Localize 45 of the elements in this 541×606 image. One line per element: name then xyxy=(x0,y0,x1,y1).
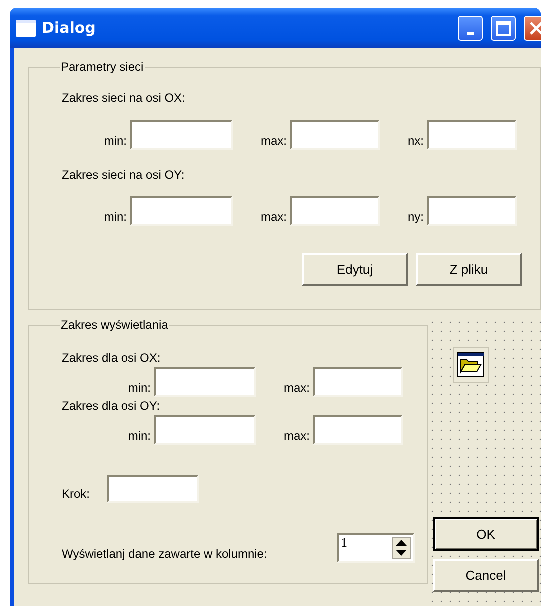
field-label: ny: xyxy=(406,210,424,226)
window-title: Dialog xyxy=(42,19,97,37)
field-label: Krok: xyxy=(62,487,92,503)
spinner-field[interactable]: 1 xyxy=(337,533,415,563)
field-label: min: xyxy=(127,429,151,445)
folder-icon xyxy=(457,352,485,378)
close-icon xyxy=(529,20,541,36)
input-field[interactable] xyxy=(427,196,517,226)
input-field[interactable] xyxy=(154,415,256,445)
input-field[interactable] xyxy=(154,367,256,397)
maximize-icon xyxy=(496,20,511,36)
action-button[interactable]: Z pliku xyxy=(416,253,522,286)
spin-arrows-icon[interactable] xyxy=(392,537,411,559)
input-field[interactable] xyxy=(313,415,403,445)
range-label: Zakres dla osi OX: xyxy=(62,351,161,365)
input-field[interactable] xyxy=(290,196,380,226)
range-label: Zakres sieci na osi OX: xyxy=(62,91,186,105)
input-field[interactable] xyxy=(313,367,403,397)
input-field[interactable] xyxy=(107,475,199,503)
field-label: max: xyxy=(260,210,287,226)
group-title: Parametry sieci xyxy=(60,60,145,74)
field-label: min: xyxy=(103,134,127,150)
input-field[interactable] xyxy=(290,120,380,150)
field-label: nx: xyxy=(406,134,424,150)
field-label: min: xyxy=(127,381,151,397)
minimize-icon xyxy=(467,32,474,34)
input-field[interactable] xyxy=(130,196,233,226)
group-title: Zakres wyświetlania xyxy=(60,318,170,332)
field-label: Wyświetlanj dane zawarte w kolumnie: xyxy=(62,547,268,563)
range-label: Zakres dla osi OY: xyxy=(62,399,160,413)
field-label: min: xyxy=(103,210,127,226)
field-label: max: xyxy=(282,429,310,445)
dialog-button[interactable]: Cancel xyxy=(433,559,539,592)
field-label: max: xyxy=(260,134,287,150)
field-label: max: xyxy=(282,381,310,397)
window-icon xyxy=(16,20,36,36)
maximize-button[interactable] xyxy=(491,16,516,40)
dialog-button[interactable]: OK xyxy=(433,517,539,551)
spinner-value: 1 xyxy=(340,535,348,551)
input-field[interactable] xyxy=(427,120,517,150)
action-button[interactable]: Edytuj xyxy=(302,253,408,286)
input-field[interactable] xyxy=(130,120,233,150)
open-folder-button[interactable] xyxy=(453,347,489,383)
minimize-button[interactable] xyxy=(458,16,483,40)
range-label: Zakres sieci na osi OY: xyxy=(62,168,185,182)
